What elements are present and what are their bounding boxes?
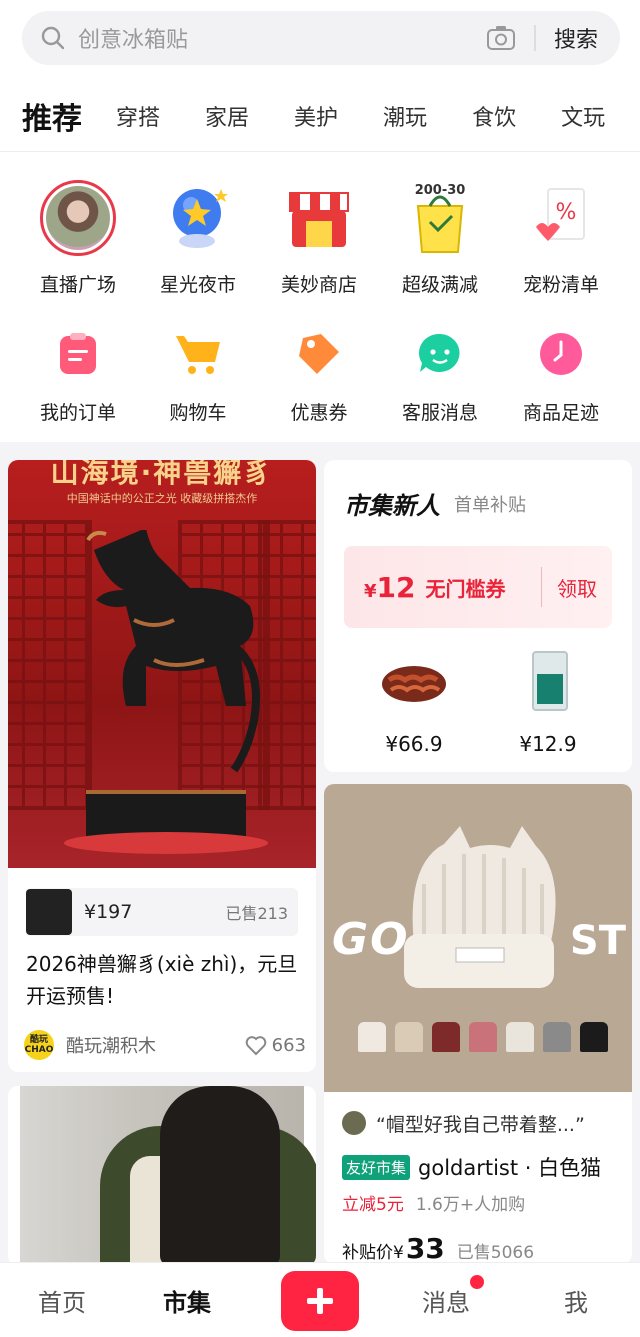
order-clipboard-icon <box>48 324 108 384</box>
like-count: 663 <box>271 1034 306 1056</box>
friendly-market-tag: 友好市集 <box>342 1154 411 1180</box>
tab-home[interactable]: 家居 <box>205 100 249 132</box>
product-thumbnail <box>382 666 446 702</box>
promo-row: 立减5元 1.6万+人加购 <box>342 1190 525 1215</box>
search-bar: 创意冰箱贴 搜索 <box>0 0 640 80</box>
ticket-icon <box>289 324 349 384</box>
camera-icon[interactable] <box>486 25 516 51</box>
product-price: ¥197 <box>84 901 133 923</box>
coupon-desc: 无门槛券 <box>425 576 506 601</box>
product-sold-count: 已售5066 <box>456 1243 535 1263</box>
shop-name[interactable]: 酷玩潮积木 <box>66 1032 244 1058</box>
promo-discount: 立减5元 <box>342 1195 404 1215</box>
product-price: 33 <box>405 1232 445 1264</box>
plus-icon <box>307 1288 333 1314</box>
item-price: ¥66.9 <box>385 732 443 756</box>
coupon-amount: ¥12 <box>364 570 416 604</box>
shortcut-browse-history[interactable]: 商品足迹 <box>497 324 625 425</box>
product-title: 2026神兽獬豸(xiè zhì)，元旦开运预售! <box>26 952 298 1008</box>
new-user-card: 市集新人 首单补贴 ¥12 无门槛券 领取 ¥66.9 ¥12.9 <box>324 460 632 772</box>
tab-collectibles[interactable]: 文玩 <box>561 100 605 132</box>
review-row: “帽型好我自己带着整...” <box>342 1110 622 1136</box>
reviewer-avatar <box>342 1111 366 1135</box>
notification-dot <box>470 1275 484 1289</box>
claim-coupon-button[interactable]: 领取 <box>542 573 612 602</box>
product-thumbnail[interactable] <box>26 889 72 935</box>
shortcut-customer-service[interactable]: 客服消息 <box>376 324 504 425</box>
price-row: 补贴价¥ 33 已售5066 <box>342 1232 534 1264</box>
product-image: GO ST <box>324 784 632 1092</box>
crystal-ball-icon <box>160 180 236 256</box>
price-label: 补贴价¥ <box>342 1243 404 1263</box>
tab-food[interactable]: 食饮 <box>472 100 516 132</box>
tab-toys[interactable]: 潮玩 <box>383 100 427 132</box>
bottom-nav: 首页 市集 消息 我 <box>0 1262 640 1337</box>
cart-icon <box>168 324 228 384</box>
beanie-figure <box>404 826 556 988</box>
shortcut-starlight-market[interactable]: 星光夜市 <box>134 180 262 297</box>
cart-count: 1.6万+人加购 <box>415 1195 526 1215</box>
nav-home[interactable]: 首页 <box>38 1283 86 1318</box>
search-divider <box>533 25 536 51</box>
product-image: 山海境·神兽獬豸 中国神话中的公正之光 收藏级拼搭杰作 <box>8 460 316 868</box>
product-card-beanie[interactable]: GO ST “帽型好我自己带着整...” 友好市集 goldartist · 白… <box>324 784 632 1264</box>
like-button[interactable]: 663 <box>244 1034 306 1056</box>
poster-subtitle: 中国神话中的公正之光 收藏级拼搭杰作 <box>66 492 258 505</box>
shortcut-super-discount[interactable]: 200-30 超级满减 <box>376 180 504 297</box>
nav-market[interactable]: 市集 <box>163 1283 211 1318</box>
svg-text:%: % <box>556 200 577 225</box>
shopping-bag-icon: 200-30 <box>402 180 478 256</box>
item-price: ¥12.9 <box>519 732 577 756</box>
shop-row: 酷玩 CHAO 酷玩潮积木 663 <box>24 1030 306 1060</box>
nav-messages[interactable]: 消息 <box>422 1283 470 1318</box>
category-tabs: 推荐 穿搭 家居 美护 潮玩 食饮 文玩 <box>0 80 640 152</box>
coupon-tag-icon: % <box>523 180 599 256</box>
product-card-sweater[interactable] <box>8 1086 316 1266</box>
heart-icon <box>245 1036 266 1056</box>
product-card-beast[interactable]: 山海境·神兽獬豸 中国神话中的公正之光 收藏级拼搭杰作 ¥197 已售213 2… <box>8 460 316 1072</box>
shortcut-my-orders[interactable]: 我的订单 <box>14 324 142 425</box>
new-user-item[interactable]: ¥12.9 <box>488 650 608 756</box>
tab-outfit[interactable]: 穿搭 <box>116 100 160 132</box>
coupon: ¥12 无门槛券 领取 <box>344 546 612 628</box>
review-text: “帽型好我自己带着整...” <box>376 1113 585 1136</box>
shop-logo[interactable]: 酷玩 CHAO <box>24 1030 54 1060</box>
product-title: goldartist · 白色猫 <box>418 1156 602 1180</box>
shortcut-grid: 直播广场 星光夜市 美妙商店 200-30 超级满减 % 宠粉清单 我的订单 购… <box>0 152 640 442</box>
shortcut-wonder-shop[interactable]: 美妙商店 <box>255 180 383 297</box>
search-input[interactable]: 创意冰箱贴 <box>78 22 486 54</box>
color-variants <box>358 1022 608 1062</box>
shortcut-fan-list[interactable]: % 宠粉清单 <box>497 180 625 297</box>
clock-icon <box>531 324 591 384</box>
discount-badge-text: 200-30 <box>415 183 466 198</box>
new-user-item[interactable]: ¥66.9 <box>354 650 474 756</box>
search-box[interactable]: 创意冰箱贴 搜索 <box>22 11 620 65</box>
poster-title: 山海境·神兽獬豸 <box>50 460 274 489</box>
shortcut-cart[interactable]: 购物车 <box>134 324 262 425</box>
search-icon <box>41 26 65 50</box>
product-name-row: 友好市集 goldartist · 白色猫 <box>342 1152 628 1182</box>
new-user-subtitle: 首单补贴 <box>454 495 526 516</box>
nav-me[interactable]: 我 <box>564 1283 588 1318</box>
shortcut-coupons[interactable]: 优惠券 <box>255 324 383 425</box>
chat-bubble-icon <box>410 324 470 384</box>
search-button[interactable]: 搜索 <box>554 22 598 54</box>
shortcut-live-square[interactable]: 直播广场 <box>14 180 142 297</box>
shop-icon <box>281 180 357 256</box>
product-thumbnail <box>532 651 568 711</box>
tab-recommend[interactable]: 推荐 <box>22 94 82 138</box>
beast-figure <box>86 530 260 773</box>
product-sold-count: 已售213 <box>225 904 288 923</box>
new-user-title: 市集新人 <box>344 492 440 520</box>
product-meta: ¥197 已售213 <box>26 888 298 936</box>
live-avatar <box>40 180 116 256</box>
create-post-button[interactable] <box>281 1271 359 1331</box>
tab-beauty[interactable]: 美护 <box>294 100 338 132</box>
product-image <box>20 1086 316 1266</box>
